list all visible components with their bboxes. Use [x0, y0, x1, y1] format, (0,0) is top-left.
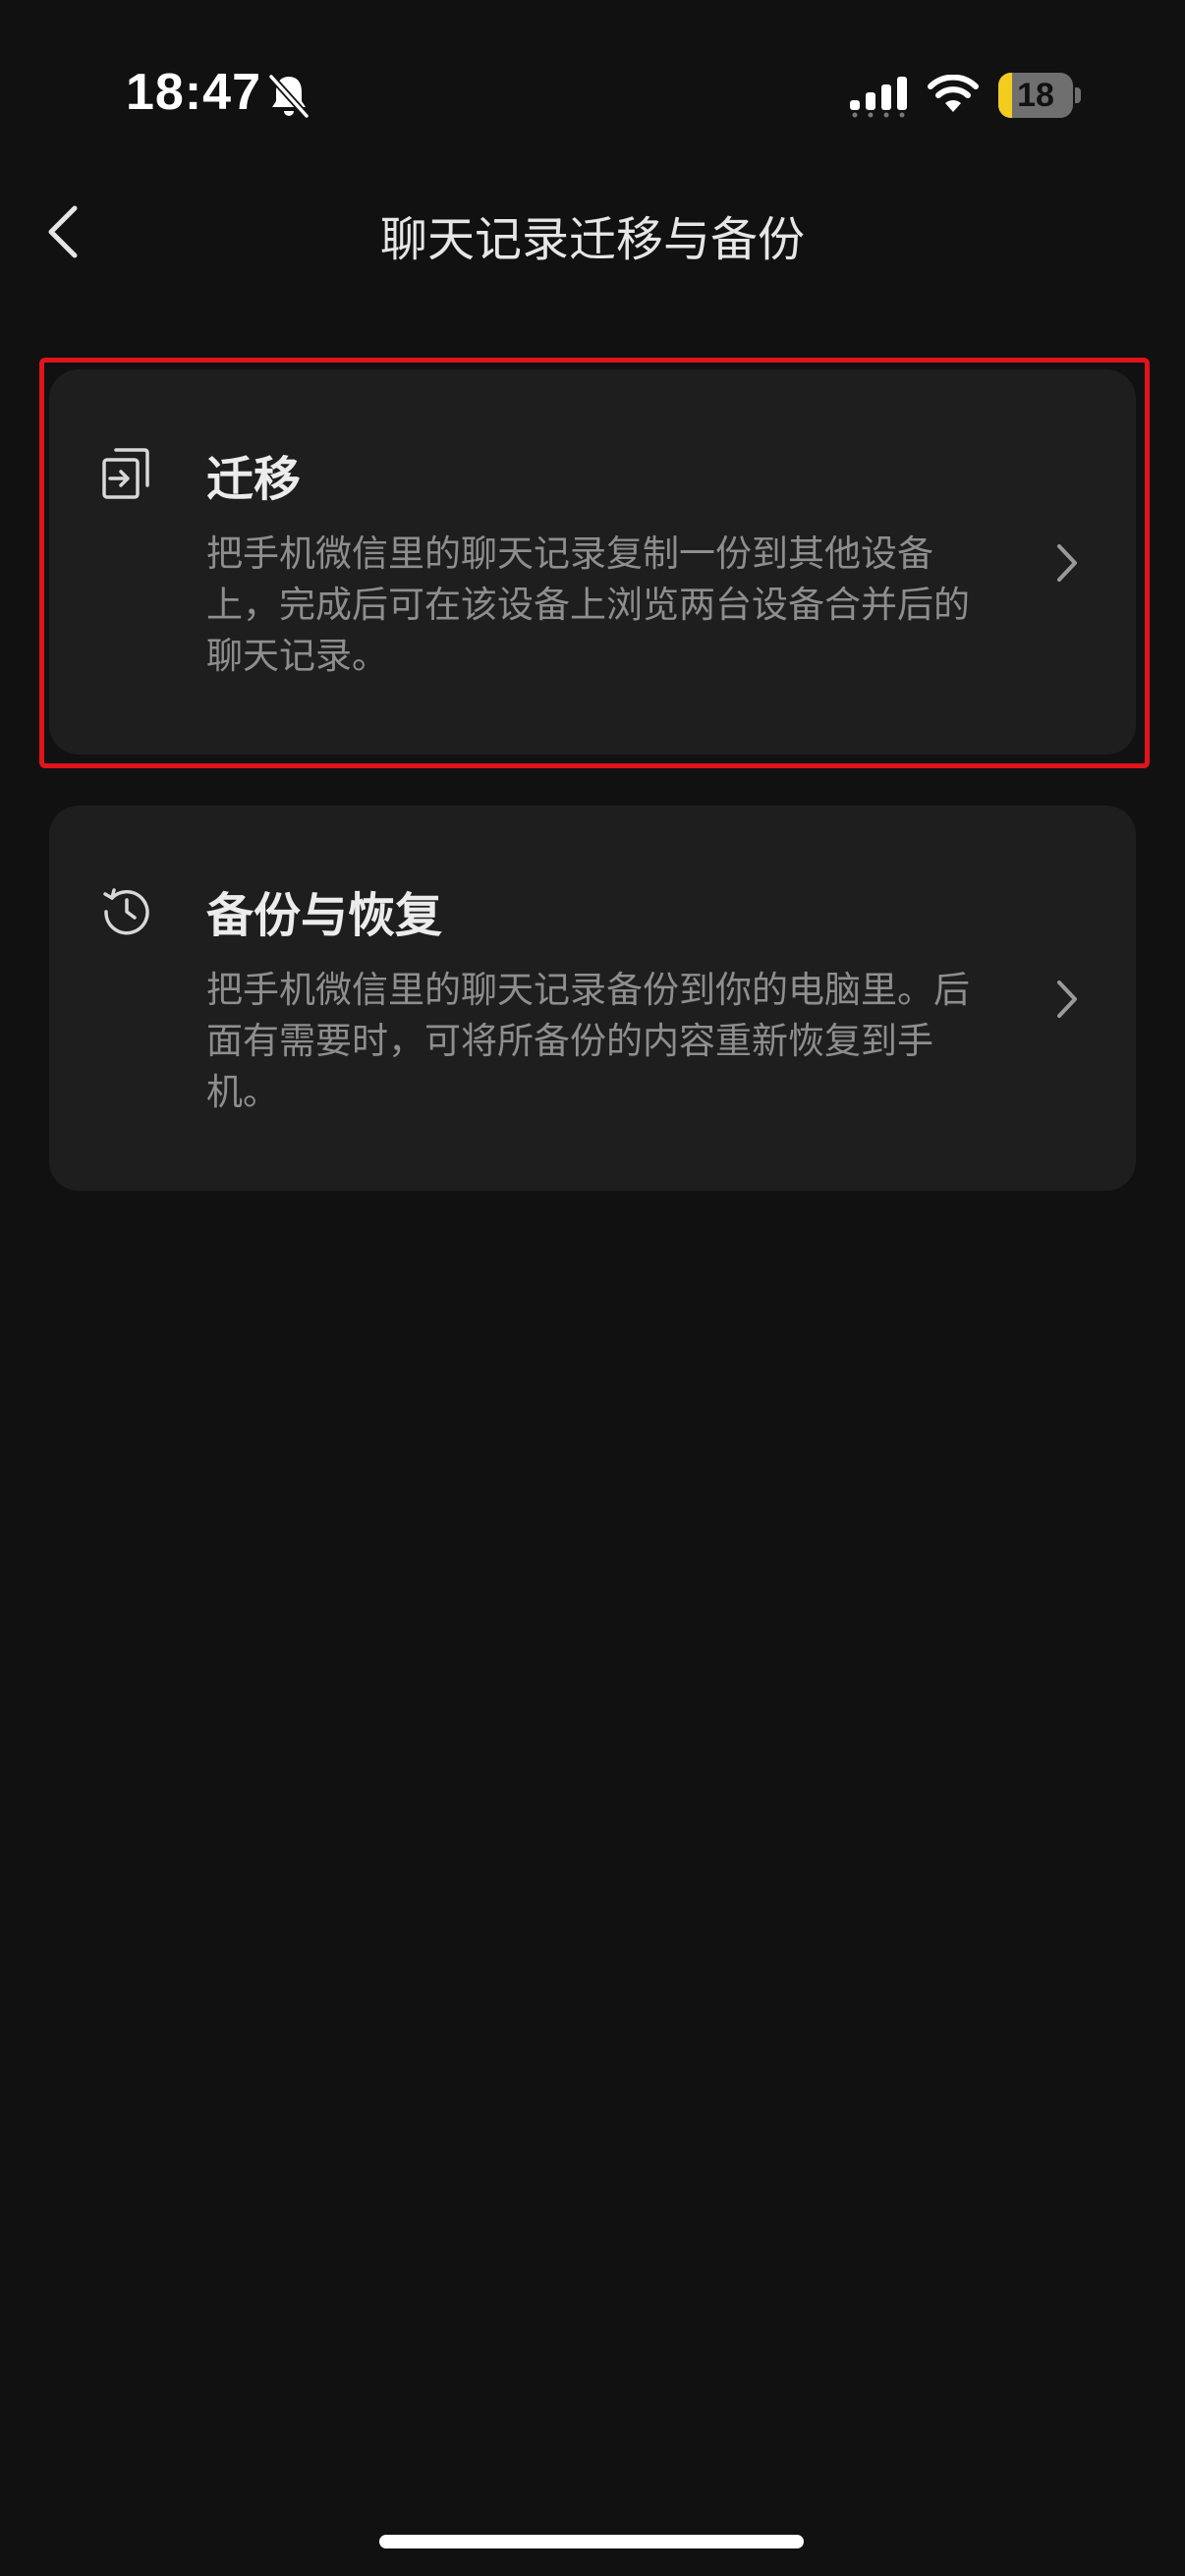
status-bar: 18:47 18 — [0, 0, 1185, 196]
chevron-right-icon — [1057, 980, 1077, 1018]
page-title: 聊天记录迁移与备份 — [379, 212, 805, 267]
backup-restore-title: 备份与恢复 — [206, 888, 443, 943]
backup-restore-description: 把手机微信里的聊天记录备份到你的电脑里。后面有需要时，可将所备份的内容重新恢复到… — [206, 969, 970, 1113]
bell-slash-icon — [268, 74, 310, 119]
battery-indicator: 18 — [998, 73, 1081, 118]
battery-level: 18 — [1017, 77, 1054, 114]
home-indicator[interactable] — [379, 2535, 804, 2548]
history-icon — [103, 888, 149, 935]
wifi-icon — [928, 75, 979, 112]
migrate-icon — [102, 448, 149, 499]
status-time: 18:47 — [126, 64, 261, 121]
migrate-option-card[interactable]: 迁移 把手机微信里的聊天记录复制一份到其他设备上，完成后可在该设备上浏览两台设备… — [49, 369, 1136, 755]
screen: 18:47 18 聊天记录迁移与备份 迁移 把手机微信里的聊天记录复制一份到其他… — [0, 0, 1185, 2576]
chevron-right-icon — [1057, 544, 1077, 582]
migrate-title: 迁移 — [206, 452, 302, 507]
migrate-description: 把手机微信里的聊天记录复制一份到其他设备上，完成后可在该设备上浏览两台设备合并后… — [206, 532, 970, 677]
backup-restore-option-card[interactable]: 备份与恢复 把手机微信里的聊天记录备份到你的电脑里。后面有需要时，可将所备份的内… — [49, 806, 1136, 1191]
cellular-signal-icon — [850, 77, 907, 118]
